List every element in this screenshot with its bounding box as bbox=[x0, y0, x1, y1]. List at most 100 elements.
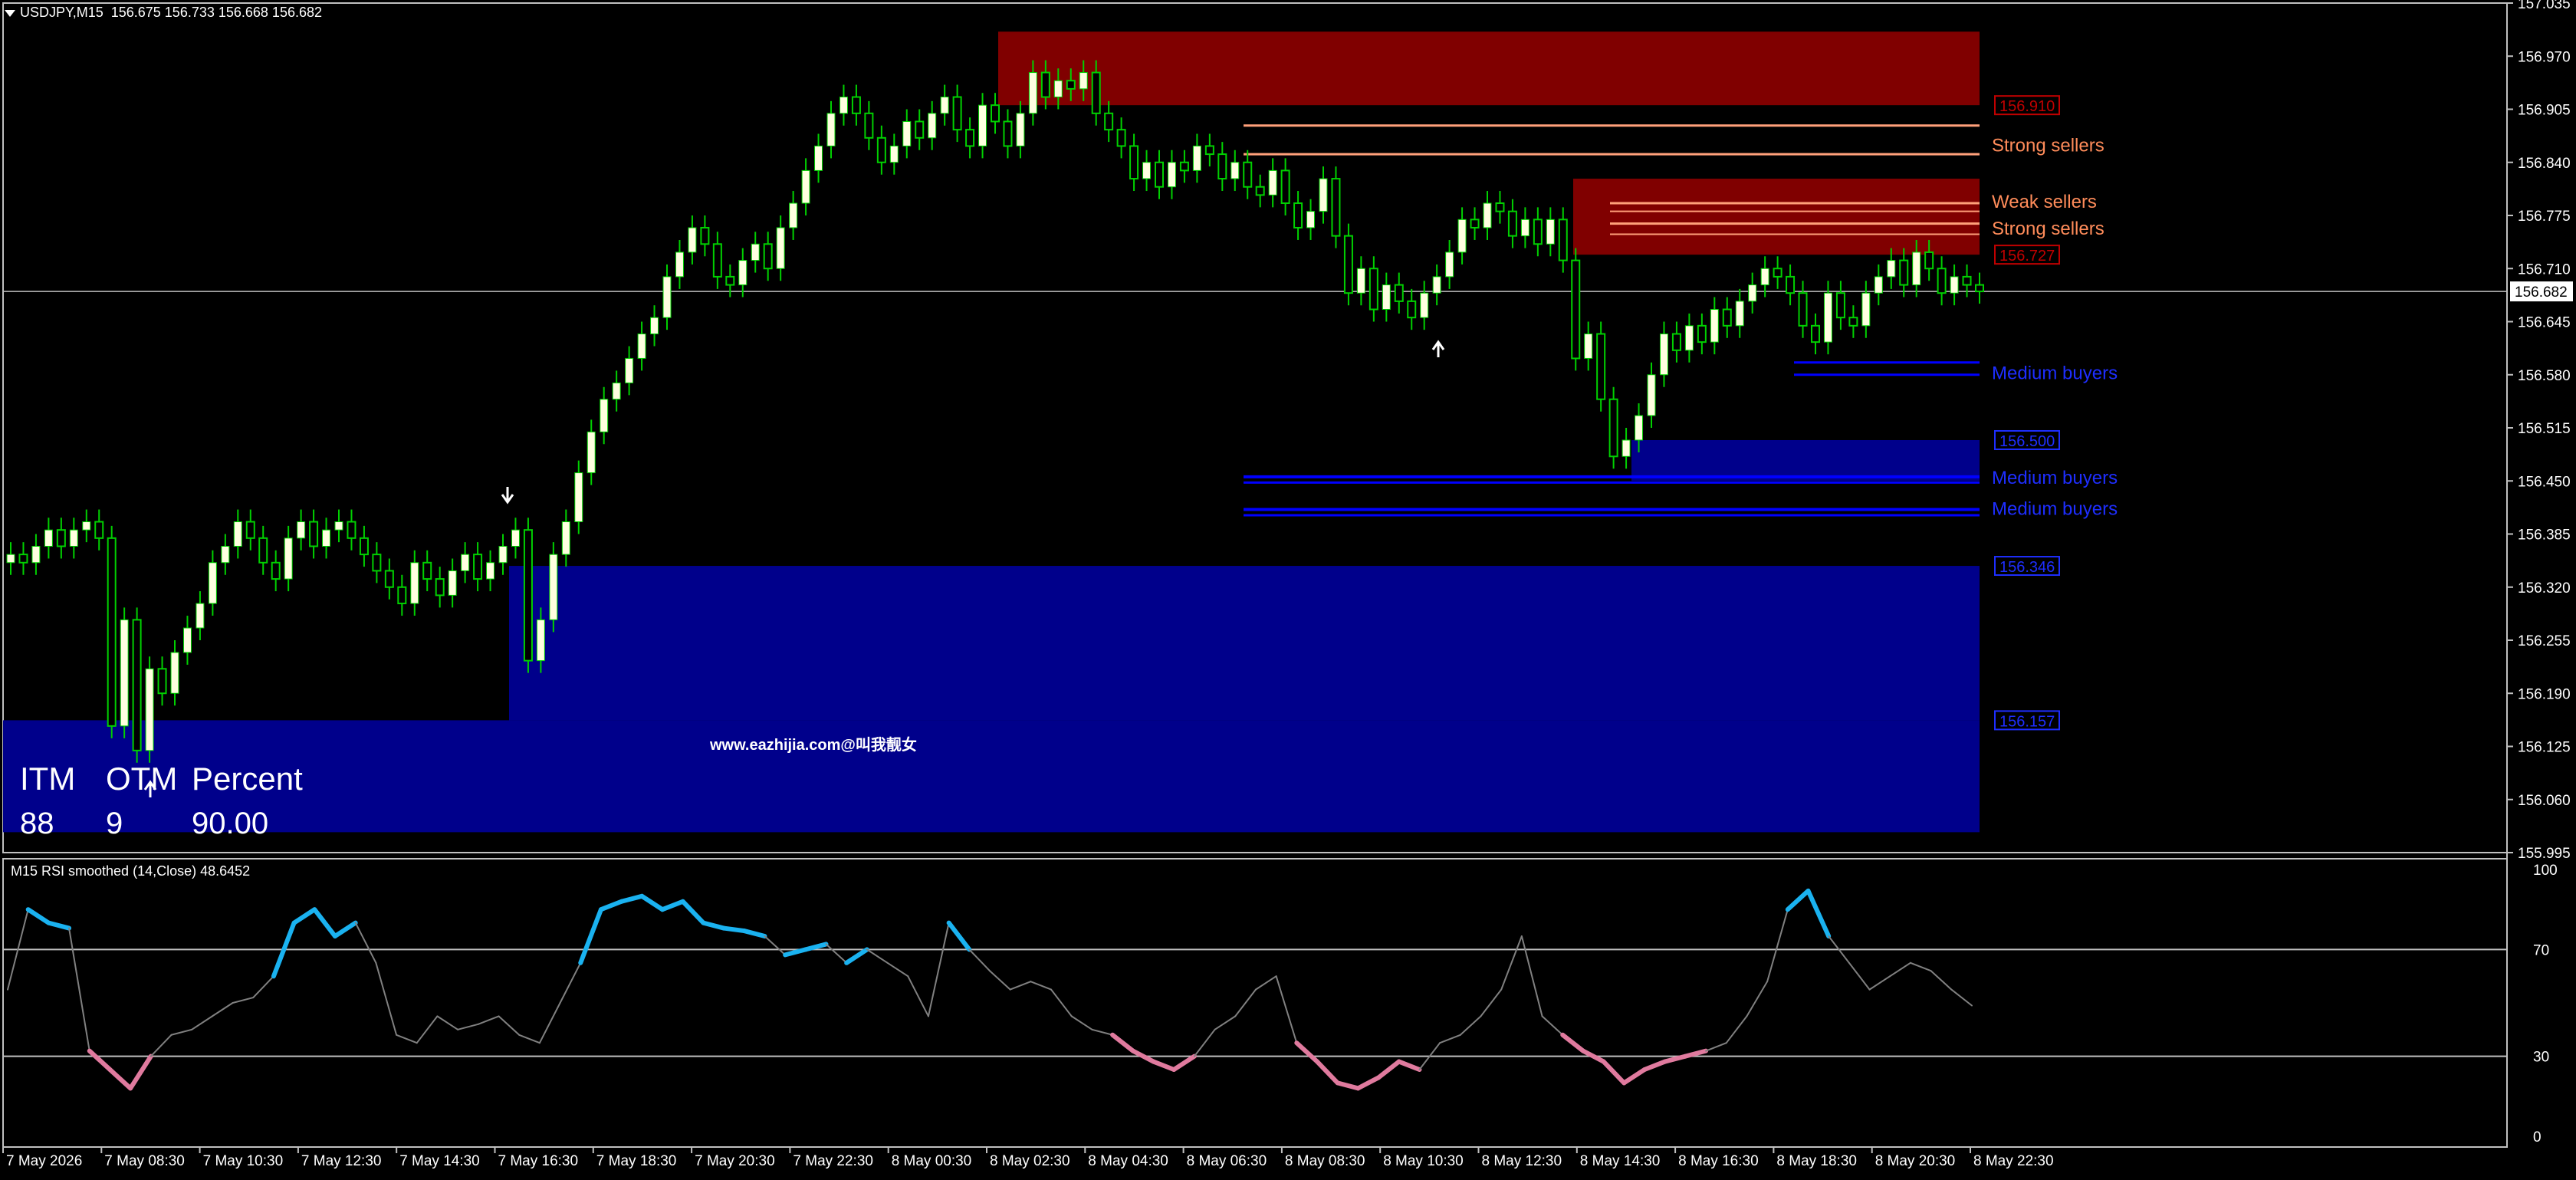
rsi-segment bbox=[844, 947, 869, 965]
candle-body-bear bbox=[384, 570, 394, 588]
rsi-segment bbox=[457, 1023, 479, 1030]
price-axis-tick-label: 156.905 bbox=[2518, 103, 2571, 119]
candle-body-bear bbox=[1407, 300, 1417, 319]
rsi-segment bbox=[312, 907, 337, 938]
candle-body-bear bbox=[1975, 284, 1984, 293]
candle-body-bear bbox=[864, 112, 874, 139]
candle-body-bull bbox=[586, 431, 596, 474]
rsi-segment bbox=[1030, 981, 1053, 991]
candle-body-bull bbox=[334, 521, 343, 531]
rsi-segment bbox=[252, 975, 274, 999]
candle-body-bear bbox=[56, 529, 66, 547]
candle-body-bear bbox=[851, 96, 861, 114]
rsi-panel-title: M15 RSI smoothed (14,Close) 48.6452 bbox=[11, 863, 251, 879]
rsi-segment bbox=[477, 1015, 500, 1025]
candle-body-bull bbox=[1445, 251, 1454, 278]
candle-body-bull bbox=[839, 97, 848, 114]
trading-chart[interactable]: Strong sellers Weak sellers Strong sellers… bbox=[0, 0, 2576, 1176]
price-axis-tick-label: 156.125 bbox=[2518, 740, 2571, 756]
candle-body-bear bbox=[1835, 292, 1845, 319]
candle-body-bull bbox=[1912, 251, 1921, 286]
rsi-segment bbox=[1601, 1059, 1627, 1086]
candle-body-bear bbox=[712, 243, 722, 278]
candle-body-bull bbox=[574, 472, 583, 523]
candle-body-bear bbox=[107, 537, 117, 727]
candle-body-bull bbox=[751, 243, 760, 261]
rsi-segment bbox=[1746, 981, 1769, 1017]
rsi-segment bbox=[578, 907, 603, 965]
candle-body-bear bbox=[1671, 333, 1681, 351]
candle-body-bull bbox=[69, 529, 78, 547]
rsi-segment bbox=[46, 920, 72, 931]
rsi-segment bbox=[1642, 1059, 1668, 1072]
candle-body-bull bbox=[1457, 219, 1467, 253]
price-axis-tick-label: 156.710 bbox=[2518, 261, 2571, 278]
rsi-segment bbox=[170, 1028, 193, 1036]
candle-body-bear bbox=[1091, 71, 1101, 114]
rsi-segment bbox=[1683, 1048, 1709, 1059]
rsi-segment bbox=[1909, 961, 1932, 972]
candle-body-bull bbox=[536, 619, 545, 662]
time-axis-tick-label: 8 May 22:30 bbox=[1973, 1153, 2054, 1169]
time-axis-tick-label: 8 May 00:30 bbox=[892, 1153, 972, 1169]
candle-body-bear bbox=[1040, 71, 1050, 98]
candle-body-bull bbox=[1760, 268, 1769, 286]
candle-body-bear bbox=[18, 554, 28, 564]
rsi-segment bbox=[1889, 961, 1911, 978]
rsi-segment bbox=[1705, 1042, 1727, 1052]
candle-body-bull bbox=[978, 104, 987, 146]
candle-body-bear bbox=[1811, 324, 1820, 343]
candle-body-bull bbox=[1622, 439, 1631, 457]
candle-body-bull bbox=[789, 202, 798, 228]
candle-body-bear bbox=[1899, 259, 1909, 286]
candle-body-bear bbox=[1066, 80, 1076, 90]
rsi-segment bbox=[1848, 961, 1871, 991]
rsi-segment bbox=[907, 975, 929, 1017]
rsi-segment bbox=[1662, 1053, 1688, 1064]
candle-body-bear bbox=[1293, 202, 1303, 228]
candle-body-bear bbox=[1255, 186, 1265, 196]
candle-body-bull bbox=[208, 562, 217, 604]
rsi-segment bbox=[680, 899, 706, 925]
rsi-segment bbox=[1234, 988, 1257, 1017]
price-axis-tick-label: 156.450 bbox=[2518, 474, 2571, 490]
rsi-segment bbox=[1785, 888, 1811, 912]
rsi-segment bbox=[1091, 1028, 1114, 1036]
otm-value: 9 bbox=[106, 807, 123, 840]
candle-body-bull bbox=[145, 668, 154, 751]
rsi-segment bbox=[639, 893, 665, 912]
rsi-segment bbox=[1151, 1059, 1177, 1072]
rsi-segment bbox=[927, 922, 950, 1017]
candle-body-bear bbox=[1243, 161, 1253, 188]
candle-body-bull bbox=[826, 113, 836, 146]
chart-canvas[interactable]: Strong sellers Weak sellers Strong sellers… bbox=[0, 0, 2576, 1176]
rsi-segment bbox=[1294, 1040, 1319, 1064]
rsi-segment bbox=[1171, 1053, 1197, 1072]
price-axis-tick-label: 156.580 bbox=[2518, 368, 2571, 384]
rsi-level-label: 70 bbox=[2533, 942, 2549, 958]
candle-body-bear bbox=[359, 537, 369, 556]
rsi-segment bbox=[211, 1002, 234, 1017]
rsi-segment bbox=[968, 948, 991, 972]
rsi-segment bbox=[1335, 1080, 1361, 1091]
rsi-segment bbox=[150, 1034, 172, 1057]
candle-body-bull bbox=[31, 545, 41, 564]
candle-body-bull bbox=[1874, 276, 1883, 294]
candle-body-bull bbox=[688, 227, 697, 253]
rsi-segment bbox=[436, 1015, 459, 1030]
rsi-segment bbox=[721, 925, 747, 934]
rsi-segment bbox=[598, 899, 624, 912]
sell-zone-mid-price-tag: 156.727 bbox=[1999, 248, 2055, 265]
candle-body-bull bbox=[902, 120, 912, 146]
candle-body-bear bbox=[1394, 284, 1404, 302]
rsi-segment bbox=[1009, 981, 1032, 991]
label-medium-buyers-3: Medium buyers bbox=[1992, 498, 2118, 519]
time-axis-tick-label: 8 May 12:30 bbox=[1482, 1153, 1562, 1169]
candle-body-bull bbox=[928, 113, 937, 139]
dropdown-triangle-icon[interactable] bbox=[5, 9, 15, 17]
rsi-segment bbox=[886, 961, 909, 978]
candle-body-bear bbox=[435, 578, 445, 597]
time-axis-tick-label: 8 May 04:30 bbox=[1088, 1153, 1168, 1169]
candle-body-bull bbox=[650, 317, 659, 334]
candle-body-bull bbox=[1887, 260, 1896, 278]
